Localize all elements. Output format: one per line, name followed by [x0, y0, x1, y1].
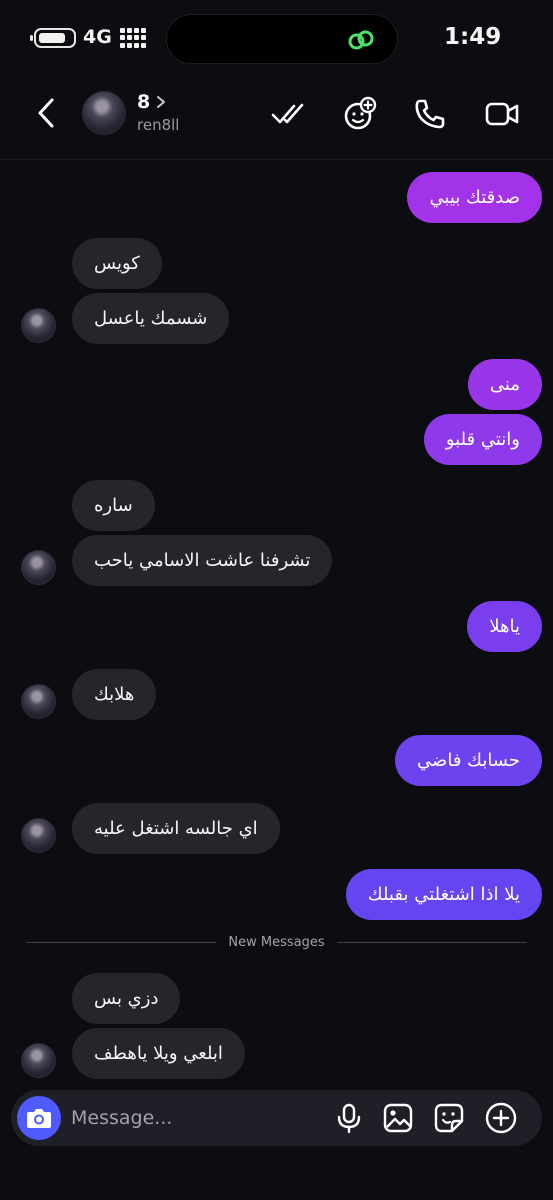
battery-icon: [30, 28, 76, 48]
sender-avatar[interactable]: [21, 550, 56, 585]
sender-avatar[interactable]: [21, 684, 56, 719]
message-bubble-incoming[interactable]: شسمك ياعسل: [72, 293, 230, 344]
contact-avatar[interactable]: [82, 91, 126, 135]
status-bar: 4G 1:49: [0, 0, 553, 78]
message-input[interactable]: [71, 1102, 321, 1134]
more-button[interactable]: [483, 1100, 519, 1136]
network-label: 4G: [83, 26, 112, 48]
mic-button[interactable]: [331, 1100, 367, 1136]
contact-username: ren8ll: [137, 116, 180, 134]
message-bubble-outgoing[interactable]: يلا اذا اشتغلتي بقبلك: [345, 869, 542, 920]
mic-icon: [337, 1103, 361, 1133]
message-bubble-outgoing[interactable]: ياهلا: [467, 601, 542, 652]
sticker-icon: [434, 1103, 464, 1133]
camera-button[interactable]: [17, 1096, 61, 1140]
sticker-button[interactable]: [431, 1100, 467, 1136]
message-bubble-outgoing[interactable]: منى: [467, 359, 542, 410]
sender-avatar[interactable]: [21, 308, 56, 343]
message-composer: [11, 1090, 542, 1146]
message-bubble-incoming[interactable]: ساره: [72, 480, 155, 531]
double-check-icon[interactable]: [270, 96, 306, 132]
link-icon: [348, 30, 374, 50]
image-icon: [383, 1103, 413, 1133]
message-bubble-incoming[interactable]: ابلعي ويلا ياهطف: [72, 1028, 245, 1079]
message-bubble-incoming[interactable]: دزي بس: [72, 973, 181, 1024]
message-bubble-incoming[interactable]: هلابك: [72, 669, 157, 720]
camera-icon: [27, 1109, 51, 1128]
gallery-button[interactable]: [380, 1100, 416, 1136]
message-bubble-outgoing[interactable]: حسابك فاضي: [395, 735, 542, 786]
clock: 1:49: [444, 24, 502, 50]
dynamic-island: [166, 14, 398, 64]
message-bubble-incoming[interactable]: اي جالسه اشتغل عليه: [72, 803, 280, 854]
plus-circle-icon: [485, 1102, 517, 1134]
message-bubble-incoming[interactable]: كويس: [72, 238, 162, 289]
phone-icon[interactable]: [412, 96, 448, 132]
message-bubble-outgoing[interactable]: وانتي قلبو: [423, 414, 542, 465]
chat-header: 8 ren8ll: [0, 78, 553, 160]
message-list: صدقتك بيبي كويس شسمك ياعسل منى وانتي قلب…: [0, 160, 553, 1090]
chevron-right-icon: [157, 96, 166, 108]
sender-avatar[interactable]: [21, 818, 56, 853]
contact-name: 8: [137, 91, 151, 113]
contact-name-row[interactable]: 8: [137, 91, 166, 113]
sticker-add-icon[interactable]: [342, 96, 378, 132]
back-icon[interactable]: [32, 96, 60, 130]
message-bubble-incoming[interactable]: تشرفنا عاشت الاسامي ياحب: [72, 535, 333, 586]
new-messages-label: New Messages: [216, 932, 337, 954]
message-bubble-outgoing[interactable]: صدقتك بيبي: [407, 172, 542, 223]
signal-icon: [120, 28, 148, 48]
video-icon[interactable]: [484, 96, 520, 132]
sender-avatar[interactable]: [21, 1043, 56, 1078]
